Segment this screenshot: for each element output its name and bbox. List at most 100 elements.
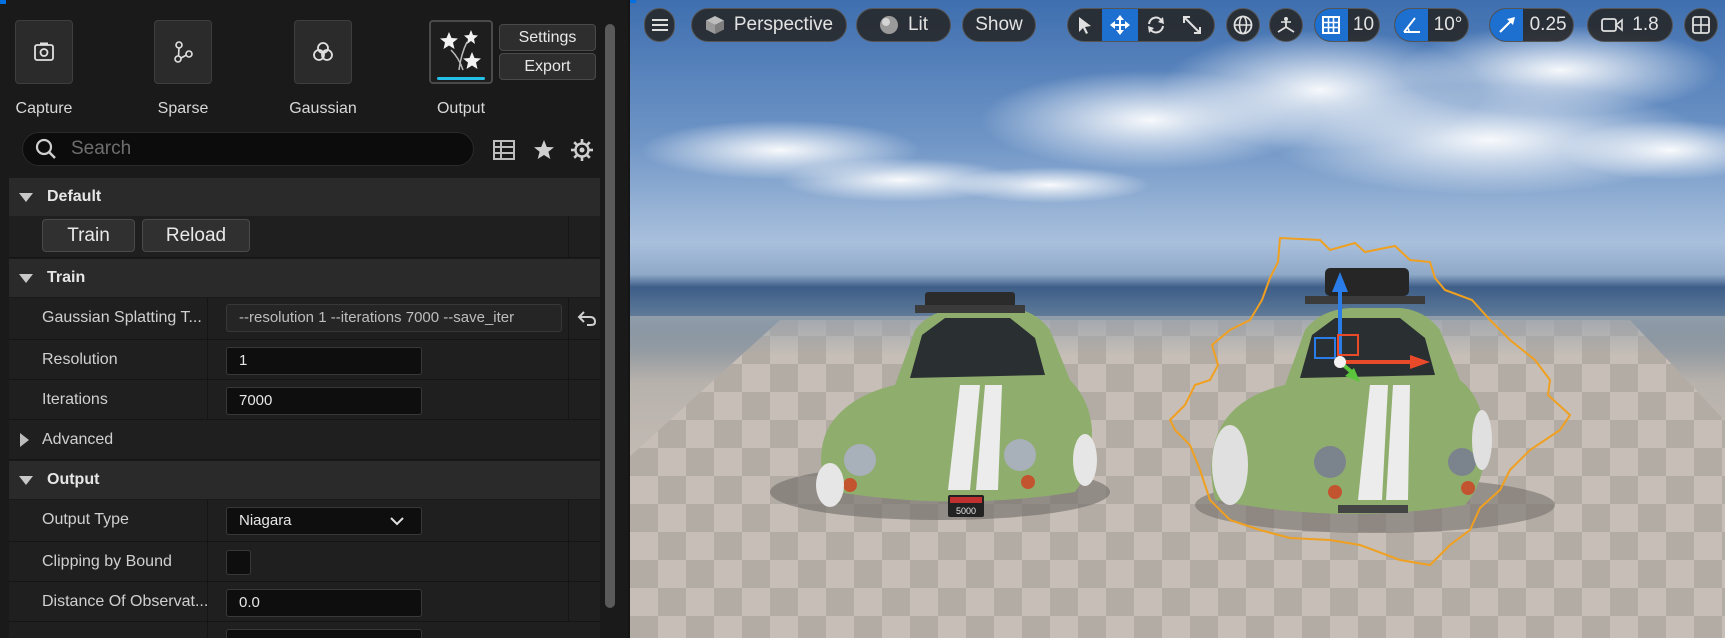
- license-plate-text: 5000: [956, 506, 976, 516]
- tool-label-capture: Capture: [15, 100, 73, 117]
- search-icon: [35, 138, 56, 159]
- resolution-field[interactable]: 1: [226, 347, 422, 375]
- distance-row: Distance Of Observat... 0.0: [9, 582, 600, 622]
- grid-snap-group[interactable]: 10: [1314, 8, 1380, 42]
- sparse-button[interactable]: [154, 20, 212, 84]
- row-divider: [207, 500, 208, 541]
- camera-icon: [34, 42, 54, 61]
- row-divider: [207, 380, 208, 419]
- row-divider: [207, 582, 208, 621]
- layout-icon[interactable]: [1684, 8, 1718, 42]
- export-button[interactable]: Export: [499, 53, 596, 80]
- surface-snapping-icon[interactable]: [1269, 8, 1303, 42]
- viewport-accent: [630, 0, 636, 3]
- row-divider: [207, 542, 208, 581]
- capture-button[interactable]: [15, 20, 73, 84]
- hamburger-icon: [651, 19, 668, 31]
- distance-label: Distance Of Observat...: [42, 593, 209, 610]
- tool-label-sparse: Sparse: [157, 100, 209, 117]
- next-field-partial[interactable]: [226, 629, 422, 638]
- scale-snap-value: 0.25: [1529, 14, 1567, 35]
- collapse-arrow-icon: [19, 475, 33, 485]
- gear-icon[interactable]: [569, 137, 595, 163]
- show-button[interactable]: Show: [962, 8, 1036, 42]
- cube-icon: [705, 16, 724, 34]
- settings-button[interactable]: Settings: [499, 24, 596, 51]
- lit-button[interactable]: Lit: [856, 8, 951, 42]
- scale-snap-group[interactable]: 0.25: [1489, 8, 1574, 42]
- resolution-label: Resolution: [42, 351, 118, 368]
- search-input[interactable]: Search: [22, 132, 474, 166]
- panel-accent: [0, 0, 6, 4]
- lit-label: Lit: [907, 14, 929, 35]
- reset-arrow-icon[interactable]: [577, 308, 597, 333]
- advanced-row[interactable]: Advanced: [9, 420, 600, 460]
- iterations-field[interactable]: 7000: [226, 387, 422, 415]
- section-default-header[interactable]: Default: [9, 178, 600, 216]
- section-output-title: Output: [47, 471, 100, 488]
- tool-sparse[interactable]: Sparse: [113, 20, 253, 118]
- lit-sphere-icon: [879, 16, 898, 34]
- angle-snap-group[interactable]: 10°: [1394, 8, 1469, 42]
- tool-capture[interactable]: Capture: [0, 20, 114, 118]
- distance-field[interactable]: 0.0: [226, 589, 422, 617]
- tool-label-gaussian: Gaussian: [289, 100, 357, 117]
- transform-tools-group: [1067, 8, 1215, 42]
- gaussian-splatting-row: Gaussian Splatting T... --resolution 1 -…: [9, 298, 600, 340]
- search-placeholder: Search: [71, 138, 132, 159]
- rotate-tool-icon[interactable]: [1138, 9, 1174, 41]
- section-output-header[interactable]: Output: [9, 461, 600, 499]
- viewport-menu-button[interactable]: [644, 8, 675, 42]
- world-coordinates-icon[interactable]: [1226, 8, 1260, 42]
- perspective-label: Perspective: [733, 14, 834, 35]
- row-divider: [568, 298, 569, 339]
- output-type-select[interactable]: Niagara: [226, 507, 422, 535]
- show-label: Show: [975, 14, 1023, 35]
- train-button[interactable]: Train: [42, 219, 135, 252]
- gaussian-splatting-args-field[interactable]: --resolution 1 --iterations 7000 --save_…: [226, 304, 562, 332]
- tool-label-output: Output: [436, 100, 486, 117]
- scrollbar-thumb[interactable]: [605, 24, 615, 608]
- gaussian-splatting-label: Gaussian Splatting T...: [42, 309, 202, 326]
- video-camera-icon: [1601, 18, 1624, 32]
- clipping-checkbox[interactable]: [226, 550, 251, 575]
- chevron-down-icon: [390, 517, 404, 526]
- iterations-label: Iterations: [42, 391, 108, 408]
- output-type-label: Output Type: [42, 511, 129, 528]
- tool-gaussian[interactable]: Gaussian: [253, 20, 393, 118]
- gaussian-button[interactable]: [294, 20, 352, 84]
- clouds: [640, 25, 1725, 203]
- gaussian-circles-icon: [313, 42, 333, 61]
- row-divider: [568, 340, 569, 379]
- section-train-header[interactable]: Train: [9, 259, 600, 297]
- next-row-partial: [9, 622, 600, 638]
- details-panel: Capture Sparse Gaussian Output Settings …: [0, 0, 628, 638]
- level-viewport[interactable]: 5000 Perspective Lit Show 10 10° 0.25 1.…: [630, 0, 1725, 638]
- move-tool-icon[interactable]: [1102, 9, 1138, 41]
- reload-button[interactable]: Reload: [142, 219, 250, 252]
- perspective-button[interactable]: Perspective: [691, 8, 847, 42]
- camera-speed-button[interactable]: 1.8: [1587, 8, 1673, 42]
- select-tool-icon[interactable]: [1068, 9, 1102, 41]
- grid-snap-icon[interactable]: [1315, 9, 1348, 41]
- row-divider: [568, 500, 569, 541]
- output-button[interactable]: [429, 20, 493, 84]
- collapse-arrow-icon: [19, 192, 33, 202]
- angle-snap-value: 10°: [1433, 14, 1463, 35]
- viewport-scene: 5000: [630, 25, 1725, 638]
- collapse-arrow-icon: [19, 273, 33, 283]
- clipping-row: Clipping by Bound: [9, 542, 600, 582]
- grid-snap-value: 10: [1352, 14, 1375, 35]
- row-divider: [568, 542, 569, 581]
- angle-snap-icon[interactable]: [1395, 9, 1429, 41]
- star-icon[interactable]: [531, 137, 557, 163]
- row-divider: [207, 340, 208, 379]
- camera-speed-value: 1.8: [1632, 14, 1659, 35]
- scale-tool-icon[interactable]: [1174, 9, 1210, 41]
- scale-snap-icon[interactable]: [1490, 9, 1524, 41]
- expand-arrow-icon: [20, 433, 29, 447]
- row-divider: [568, 216, 569, 257]
- table-view-icon[interactable]: [491, 137, 517, 163]
- output-type-row: Output Type Niagara: [9, 500, 600, 542]
- stars-output-icon: [440, 30, 481, 71]
